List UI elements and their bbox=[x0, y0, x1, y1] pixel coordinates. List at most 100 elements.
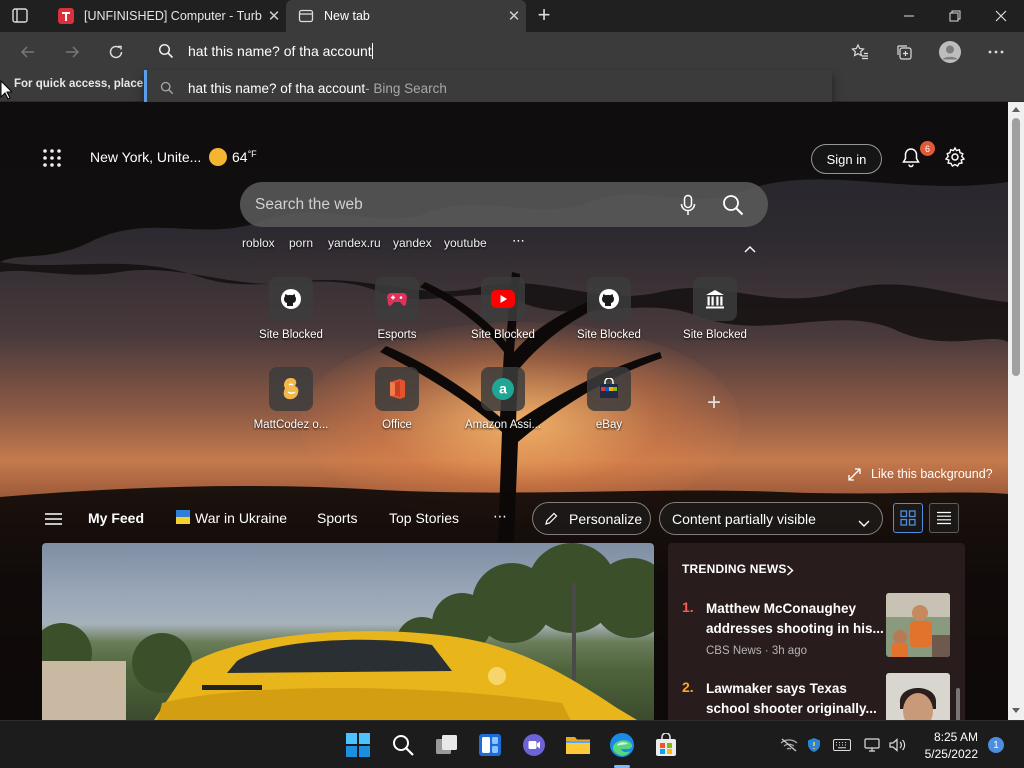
notification-count-badge: 6 bbox=[920, 141, 935, 156]
back-icon[interactable] bbox=[14, 38, 42, 66]
quick-link-youtube[interactable]: youtube bbox=[444, 236, 487, 250]
notifications-bell-icon[interactable] bbox=[900, 146, 922, 168]
trending-item[interactable]: 1. Matthew McConaughey addresses shootin… bbox=[682, 593, 952, 669]
feed-tab-my-feed[interactable]: My Feed bbox=[88, 510, 144, 526]
feed-more-button[interactable]: ⋯ bbox=[493, 508, 509, 525]
network-off-icon[interactable] bbox=[780, 737, 798, 753]
more-options-icon[interactable] bbox=[983, 39, 1009, 65]
weather-temperature[interactable]: 64°F bbox=[232, 149, 257, 165]
trending-rank: 2. bbox=[682, 679, 694, 695]
tile-mattcodez[interactable]: MattCodez o... bbox=[241, 367, 341, 447]
grid-layout-icon[interactable] bbox=[893, 503, 923, 533]
clock-date[interactable]: 5/25/2022 bbox=[918, 747, 978, 761]
tab-turbowarp[interactable]: [UNFINISHED] Computer - TurboWarp ✕ bbox=[46, 0, 286, 32]
scroll-up-icon[interactable] bbox=[1012, 106, 1020, 112]
settings-gear-icon[interactable] bbox=[944, 146, 966, 168]
clock-time[interactable]: 8:25 AM bbox=[924, 730, 978, 744]
tile-label: Site Blocked bbox=[683, 329, 747, 341]
feed-tab-war-in-ukraine[interactable]: War in Ukraine bbox=[195, 510, 287, 526]
close-tab-icon[interactable]: ✕ bbox=[262, 7, 286, 25]
file-explorer-icon[interactable] bbox=[562, 729, 594, 761]
minimize-icon[interactable] bbox=[886, 0, 932, 32]
search-icon[interactable] bbox=[722, 194, 744, 216]
collections-icon[interactable] bbox=[891, 39, 917, 65]
scrollbar-thumb[interactable] bbox=[1012, 118, 1020, 376]
new-tab-button[interactable]: + bbox=[532, 4, 556, 28]
bank-icon bbox=[693, 277, 737, 321]
chevron-up-icon[interactable] bbox=[744, 240, 756, 253]
trending-thumbnail bbox=[886, 593, 950, 657]
apps-launcher-icon[interactable] bbox=[42, 148, 62, 168]
notification-center-badge[interactable]: 1 bbox=[988, 737, 1004, 753]
personalize-label: Personalize bbox=[569, 510, 643, 527]
quick-link-roblox[interactable]: roblox bbox=[242, 236, 275, 250]
profile-avatar-icon[interactable] bbox=[937, 39, 963, 65]
favorites-icon[interactable] bbox=[847, 39, 873, 65]
trending-scrollbar[interactable] bbox=[956, 688, 960, 720]
tile-site-blocked-github[interactable]: Site Blocked bbox=[241, 277, 341, 357]
tile-site-blocked-github-2[interactable]: Site Blocked bbox=[559, 277, 659, 357]
feed-navigation: My Feed War in Ukraine Sports Top Storie… bbox=[0, 492, 1008, 542]
keyboard-icon[interactable] bbox=[833, 737, 851, 753]
favorites-hint-text: For quick access, place y bbox=[14, 78, 153, 90]
web-search-placeholder[interactable]: Search the web bbox=[255, 196, 678, 214]
ukraine-flag-icon bbox=[176, 510, 190, 524]
close-window-icon[interactable] bbox=[978, 0, 1024, 32]
trending-news-title[interactable]: TRENDING NEWS bbox=[682, 562, 787, 576]
store-icon[interactable] bbox=[650, 729, 682, 761]
quick-link-yandex[interactable]: yandex bbox=[393, 236, 432, 250]
refresh-icon[interactable] bbox=[102, 38, 130, 66]
list-layout-icon[interactable] bbox=[929, 503, 959, 533]
security-shield-icon[interactable] bbox=[805, 737, 823, 753]
tab-new-tab[interactable]: New tab ✕ bbox=[286, 0, 526, 32]
address-input[interactable]: hat this name? of tha account bbox=[188, 43, 373, 59]
hamburger-menu-icon[interactable] bbox=[45, 512, 62, 525]
teams-chat-icon[interactable] bbox=[518, 729, 550, 761]
hero-article-card[interactable] bbox=[42, 543, 654, 720]
content-visibility-dropdown[interactable]: Content partially visible bbox=[659, 502, 883, 535]
quick-links-more-button[interactable]: ⋯ bbox=[512, 233, 527, 249]
microphone-icon[interactable] bbox=[678, 194, 698, 216]
tile-office[interactable]: Office bbox=[347, 367, 447, 447]
yellow-car-photo bbox=[42, 543, 654, 720]
address-bar[interactable]: hat this name? of tha account bbox=[144, 32, 832, 70]
tile-ebay[interactable]: eBay bbox=[559, 367, 659, 447]
search-icon[interactable] bbox=[387, 729, 419, 761]
search-suggestion[interactable]: hat this name? of tha account - Bing Sea… bbox=[144, 70, 832, 106]
web-search-box[interactable]: Search the web bbox=[240, 182, 768, 227]
scratch-icon bbox=[269, 367, 313, 411]
close-tab-icon[interactable]: ✕ bbox=[502, 7, 526, 25]
volume-icon[interactable] bbox=[889, 737, 907, 753]
tile-amazon-assistant[interactable]: a Amazon Assi... bbox=[453, 367, 553, 447]
edge-icon[interactable] bbox=[606, 729, 638, 761]
shopping-bag-icon bbox=[587, 367, 631, 411]
forward-icon[interactable] bbox=[58, 38, 86, 66]
restore-icon[interactable] bbox=[932, 0, 978, 32]
windows-start-icon[interactable] bbox=[342, 729, 374, 761]
tile-esports[interactable]: Esports bbox=[347, 277, 447, 357]
widgets-icon[interactable] bbox=[474, 729, 506, 761]
gamepad-icon bbox=[375, 277, 419, 321]
quick-link-yandex-ru[interactable]: yandex.ru bbox=[328, 236, 381, 250]
feed-tab-sports[interactable]: Sports bbox=[317, 510, 357, 526]
page-scrollbar[interactable] bbox=[1008, 102, 1024, 720]
search-icon bbox=[158, 43, 174, 59]
weather-location[interactable]: New York, Unite... bbox=[90, 149, 201, 165]
scroll-down-icon[interactable] bbox=[1012, 708, 1020, 714]
trending-rank: 1. bbox=[682, 599, 694, 615]
quick-link-2[interactable]: porn bbox=[289, 236, 313, 250]
sign-in-button[interactable]: Sign in bbox=[811, 144, 882, 174]
trending-item[interactable]: 2. Lawmaker says Texas school shooter or… bbox=[682, 673, 952, 720]
feed-tab-top-stories[interactable]: Top Stories bbox=[389, 510, 459, 526]
add-site-button[interactable]: + bbox=[703, 391, 725, 415]
network-icon[interactable] bbox=[864, 737, 882, 753]
chevron-right-icon[interactable] bbox=[786, 563, 794, 576]
tab-actions-icon[interactable] bbox=[8, 6, 32, 26]
tile-label: Site Blocked bbox=[577, 329, 641, 341]
like-background-link[interactable]: Like this background? bbox=[848, 467, 993, 481]
task-view-icon[interactable] bbox=[431, 729, 463, 761]
tile-site-blocked-youtube[interactable]: Site Blocked bbox=[453, 277, 553, 357]
personalize-button[interactable]: Personalize bbox=[532, 502, 651, 535]
temperature-value: 64 bbox=[232, 149, 248, 165]
tile-site-blocked-bank[interactable]: Site Blocked bbox=[665, 277, 765, 357]
